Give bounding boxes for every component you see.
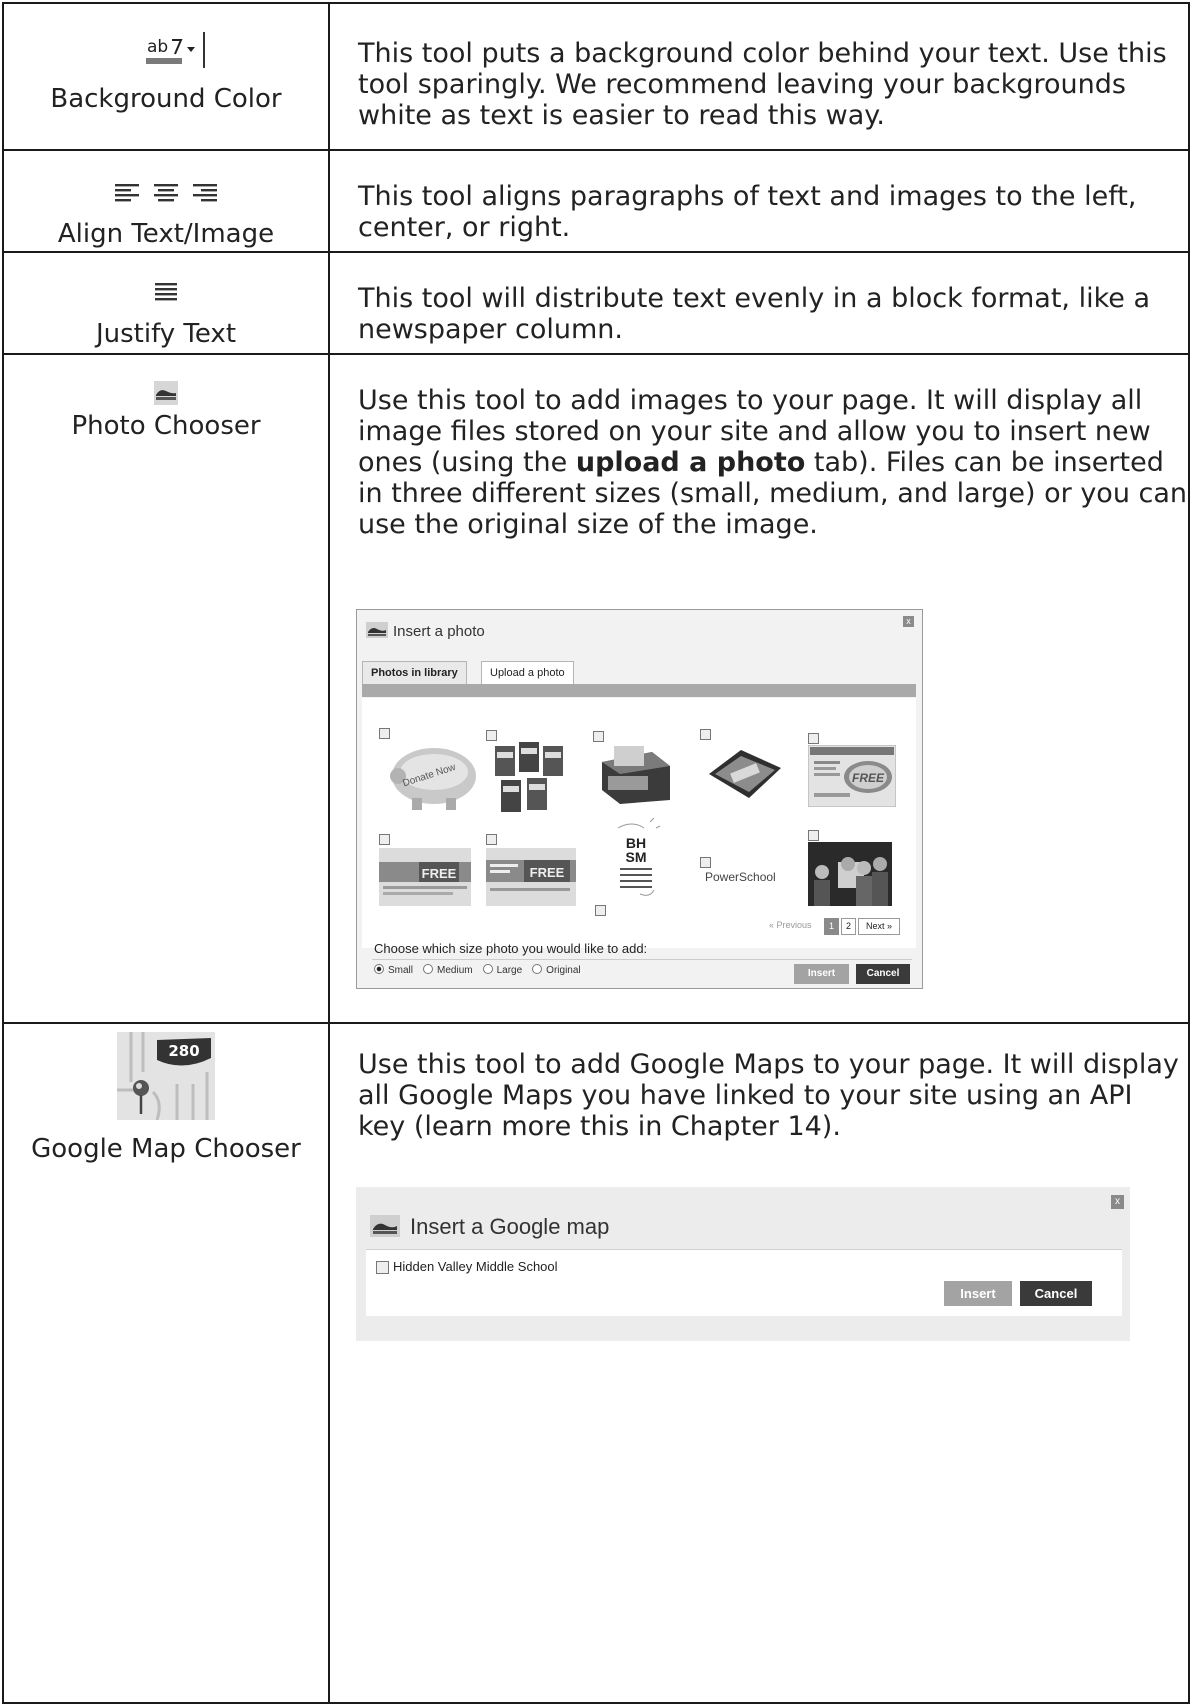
tool-row-justify: Justify Text This tool will distribute t…: [2, 251, 1190, 355]
size-option-original[interactable]: Original: [532, 964, 581, 976]
photo-checkbox[interactable]: [595, 905, 606, 916]
radio-icon[interactable]: [482, 964, 493, 974]
dialog-title: Insert a Google map: [410, 1214, 610, 1239]
cancel-button[interactable]: Cancel: [1020, 1281, 1092, 1306]
align-right-icon: [193, 184, 217, 202]
align-icons: [111, 181, 221, 205]
thumb-label: FREE: [852, 771, 885, 785]
cancel-button[interactable]: Cancel: [856, 964, 910, 984]
dialog-title: Insert a photo: [393, 623, 485, 640]
pager-next[interactable]: Next »: [858, 918, 900, 935]
photo-checkbox[interactable]: [379, 834, 390, 845]
tab-photos-in-library[interactable]: Photos in library: [362, 661, 467, 684]
photo-thumbnail[interactable]: [493, 740, 565, 819]
thumb-label: FREE: [422, 866, 457, 881]
size-options: Small Medium Large Original: [374, 964, 581, 976]
description-cell: This tool aligns paragraphs of text and …: [328, 149, 1190, 253]
tool-name: Google Map Chooser: [31, 1134, 301, 1164]
tool-description: Use this tool to add Google Maps to your…: [358, 1049, 1179, 1142]
tab-bar: [362, 684, 916, 697]
map-item-label: Hidden Valley Middle School: [393, 1259, 558, 1274]
background-color-icon: ab: [146, 32, 205, 68]
map-icon-text: 280: [168, 1042, 199, 1060]
close-icon[interactable]: x: [1111, 1195, 1124, 1209]
thumb-label: SM: [626, 849, 647, 865]
tool-row-background-color: ab Background Color This tool puts a bac…: [2, 2, 1190, 151]
thumb-label[interactable]: PowerSchool: [705, 870, 776, 884]
photo-thumbnail[interactable]: [808, 842, 892, 909]
tool-row-google-map-chooser: 280 Google Map Chooser Use this tool to …: [2, 1022, 1190, 1704]
tool-cell: ab Background Color: [2, 2, 330, 151]
tool-description: This tool will distribute text evenly in…: [358, 283, 1151, 345]
photo-logo-icon: [366, 622, 388, 641]
photo-thumbnail[interactable]: [598, 742, 674, 811]
pager-page-2[interactable]: 2: [841, 918, 856, 935]
map-280-icon: 280: [117, 1032, 215, 1121]
photo-thumbnail[interactable]: FREE: [486, 848, 576, 909]
photo-checkbox[interactable]: [700, 729, 711, 740]
align-left-icon: [115, 184, 139, 202]
photo-thumbnail[interactable]: FREE: [379, 848, 471, 909]
insert-google-map-dialog: Insert a Google map x Hidden Valley Midd…: [356, 1187, 1130, 1341]
size-option-small[interactable]: Small: [374, 964, 413, 976]
photo-checkbox[interactable]: [593, 731, 604, 742]
close-icon[interactable]: x: [903, 616, 914, 627]
tool-name: Background Color: [50, 84, 282, 114]
pager-page-1[interactable]: 1: [824, 918, 839, 935]
size-option-medium[interactable]: Medium: [423, 964, 473, 976]
icon-text: ab: [147, 37, 168, 57]
photo-thumbnail[interactable]: FREE: [807, 744, 897, 810]
map-logo-icon: [370, 1215, 400, 1242]
map-list: Hidden Valley Middle School Insert Cance…: [366, 1249, 1122, 1316]
tool-name: Photo Chooser: [71, 411, 261, 441]
photo-thumbnail[interactable]: [705, 744, 785, 809]
insert-photo-dialog: Insert a photo x Photos in library Uploa…: [356, 609, 923, 989]
photo-grid: Donate Now FREE FREE FREE BH SM PowerSch…: [362, 698, 916, 948]
tool-description: This tool puts a background color behind…: [358, 38, 1167, 131]
map-checkbox[interactable]: [376, 1261, 389, 1274]
insert-button[interactable]: Insert: [944, 1281, 1012, 1306]
tool-cell: 280 Google Map Chooser: [2, 1022, 330, 1704]
photo-icon: [154, 381, 178, 405]
photo-thumbnail[interactable]: BH SM: [610, 817, 662, 903]
description-bold-text: upload a photo: [575, 447, 806, 478]
tool-cell: Align Text/Image: [2, 149, 330, 253]
thumb-label: FREE: [530, 865, 565, 880]
radio-icon[interactable]: [374, 964, 384, 974]
divider: [372, 959, 912, 960]
radio-icon[interactable]: [532, 964, 543, 974]
photo-checkbox[interactable]: [808, 733, 819, 744]
tool-name: Justify Text: [95, 319, 237, 349]
description-cell: This tool will distribute text evenly in…: [328, 251, 1190, 355]
tool-cell: Justify Text: [2, 251, 330, 355]
size-prompt: Choose which size photo you would like t…: [374, 941, 648, 956]
tool-description: This tool aligns paragraphs of text and …: [358, 181, 1137, 243]
description-cell: Use this tool to add Google Maps to your…: [328, 1022, 1190, 1704]
photo-checkbox[interactable]: [808, 830, 819, 841]
photo-checkbox[interactable]: [486, 834, 497, 845]
radio-icon[interactable]: [423, 964, 434, 974]
size-option-large[interactable]: Large: [482, 964, 522, 976]
tool-name: Align Text/Image: [57, 219, 275, 249]
tab-upload-a-photo[interactable]: Upload a photo: [481, 661, 574, 684]
insert-button[interactable]: Insert: [794, 964, 849, 984]
tool-row-align: Align Text/Image This tool aligns paragr…: [2, 149, 1190, 253]
align-center-icon: [154, 184, 178, 202]
tool-description: Use this tool to add images to your page…: [358, 385, 1188, 540]
justify-icon: [155, 281, 177, 305]
photo-checkbox[interactable]: [379, 728, 390, 739]
photo-checkbox[interactable]: [700, 857, 711, 868]
photo-thumbnail[interactable]: Donate Now: [384, 742, 480, 815]
description-cell: This tool puts a background color behind…: [328, 2, 1190, 151]
pager-previous[interactable]: « Previous: [769, 920, 812, 930]
tool-cell: Photo Chooser: [2, 353, 330, 1024]
